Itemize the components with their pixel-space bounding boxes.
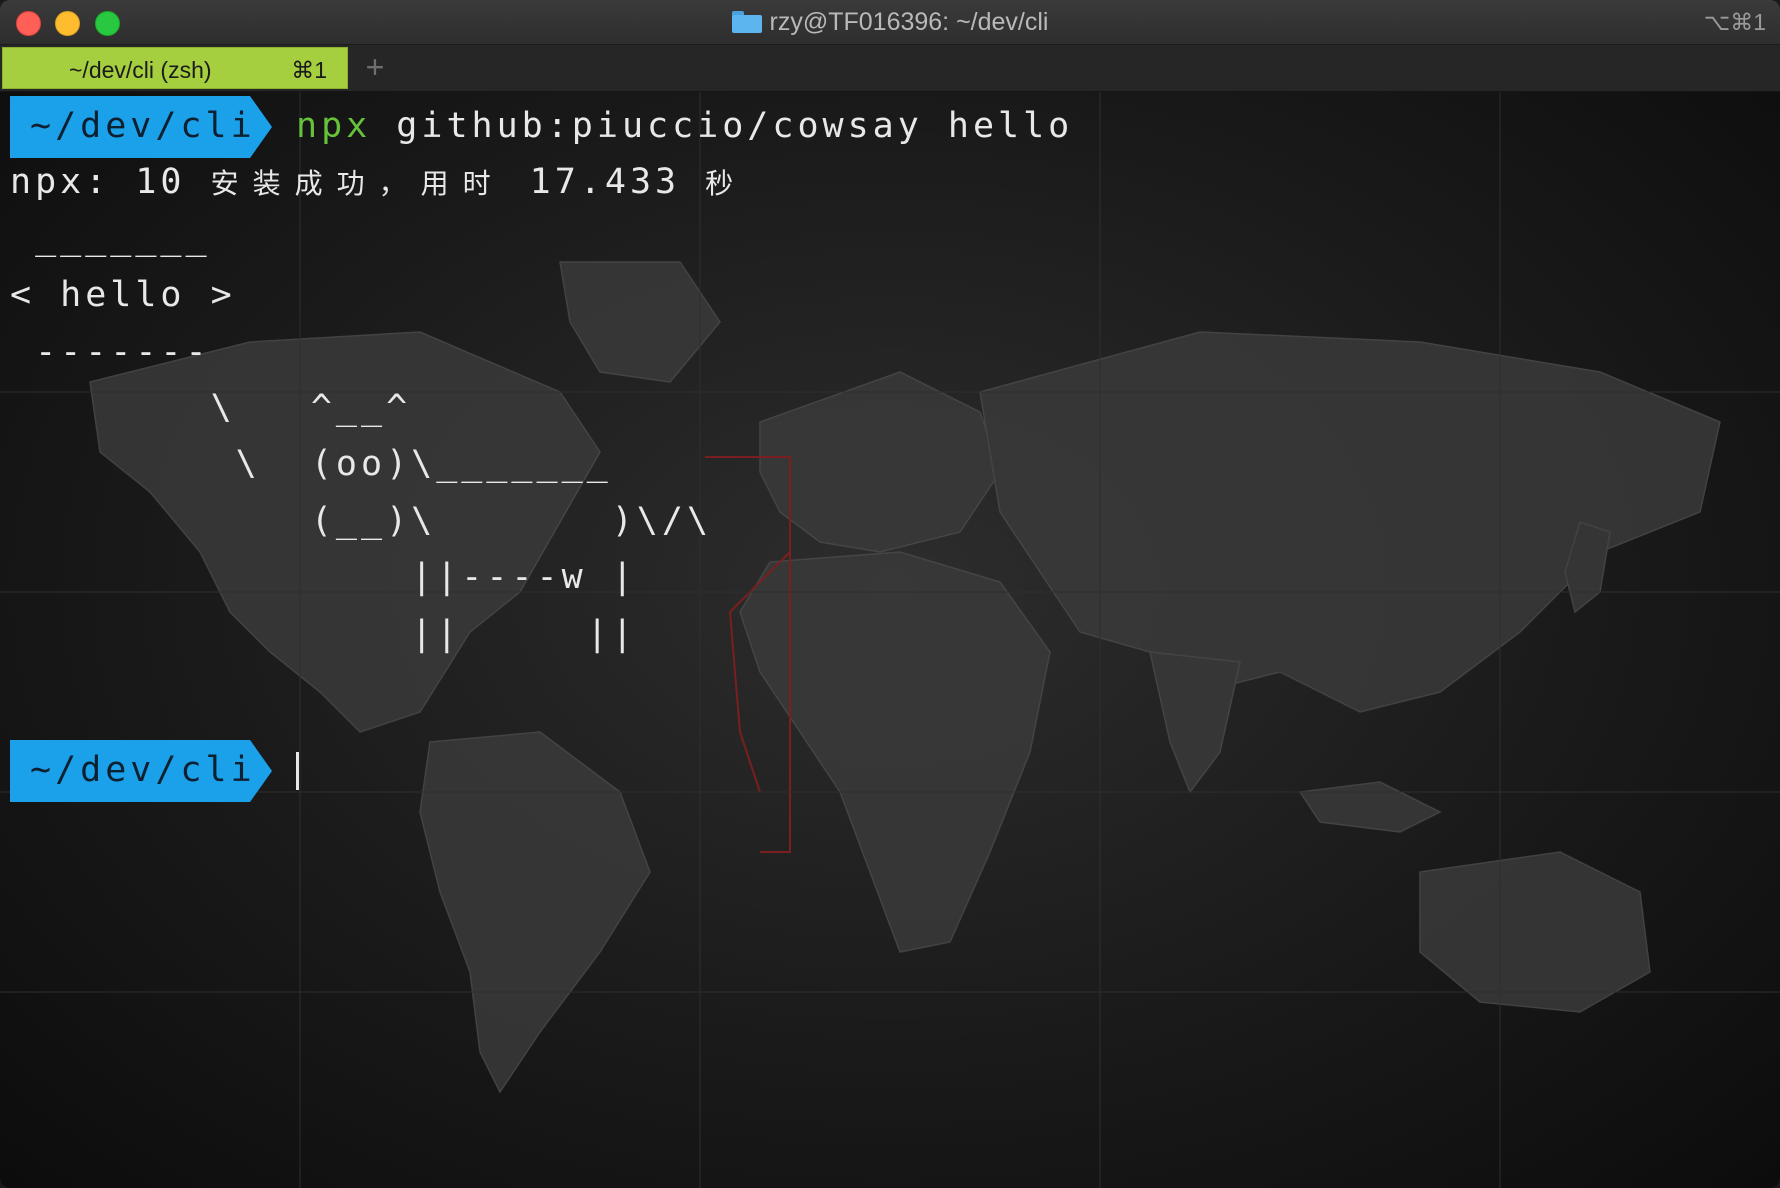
prompt-segment-2: ~/dev/cli	[10, 740, 272, 802]
cowsay-line: _______	[10, 218, 211, 258]
cowsay-line: ||----w |	[10, 557, 637, 597]
tab-label: ~/dev/cli (zsh)	[69, 57, 212, 83]
window-shortcut: ⌥⌘1	[1703, 9, 1766, 35]
terminal-pane[interactable]: ~/dev/cli npx github:piuccio/cowsay hell…	[0, 92, 1780, 1188]
npx-output-prefix: npx: 10	[10, 162, 211, 202]
command-line: npx github:piuccio/cowsay hello	[296, 106, 1073, 146]
window-title-wrap: rzy@TF016396: ~/dev/cli	[0, 0, 1780, 44]
cowsay-line: -------	[10, 332, 211, 372]
prompt-path-2: ~/dev/cli	[30, 750, 256, 790]
tab-shortcut: ⌘1	[291, 57, 327, 83]
folder-icon	[731, 11, 762, 33]
cowsay-line: < hello >	[10, 275, 236, 315]
npx-output-cjk-1: 安装成功，用时	[210, 167, 505, 200]
new-tab-button[interactable]: +	[360, 49, 390, 85]
terminal-window: rzy@TF016396: ~/dev/cli ⌥⌘1 ~/dev/cli (z…	[0, 0, 1780, 1188]
tab-bar: ~/dev/cli (zsh) ⌘1 +	[0, 45, 1780, 92]
tab-zsh[interactable]: ~/dev/cli (zsh) ⌘1	[2, 47, 348, 89]
cowsay-line: || ||	[10, 614, 637, 654]
command-name: npx	[296, 106, 372, 146]
cowsay-line: \ (oo)\_______	[10, 444, 612, 484]
npx-output-time: 17.433	[504, 162, 706, 202]
npx-output-cjk-2: 秒	[705, 167, 738, 200]
command-args: github:piuccio/cowsay hello	[396, 106, 1074, 146]
prompt-segment: ~/dev/cli	[10, 96, 272, 158]
window-title: rzy@TF016396: ~/dev/cli	[769, 7, 1049, 36]
cowsay-line: \ ^__^	[10, 388, 412, 428]
text-cursor[interactable]	[296, 752, 299, 790]
npx-output-line: npx: 10 安装成功，用时 17.433 秒	[10, 162, 737, 202]
title-bar[interactable]: rzy@TF016396: ~/dev/cli ⌥⌘1	[0, 0, 1780, 45]
cowsay-line: (__)\ )\/\	[10, 501, 713, 541]
prompt-path: ~/dev/cli	[30, 106, 256, 146]
